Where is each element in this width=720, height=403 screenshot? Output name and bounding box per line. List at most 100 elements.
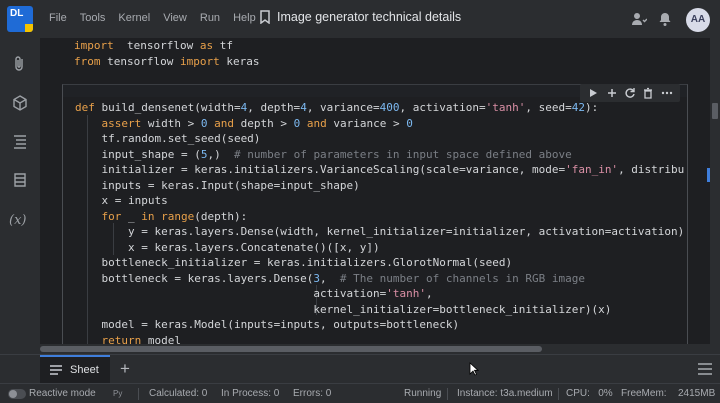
status-separator [447,388,448,400]
in-process-count: In Process: 0 [221,388,280,399]
code-cell-imports[interactable]: import tensorflow as tf from tensorflow i… [62,38,688,78]
code-line: tf.random.set_seed(seed) [75,131,684,147]
left-sidebar: (x) [0,38,40,354]
cpu-usage: CPU: 0% [566,388,613,399]
menu-help[interactable]: Help [233,12,256,24]
code-token: as [199,39,214,52]
code-token: bottleneck = keras.layers.Dense( [75,271,314,285]
outline-list-icon[interactable] [11,133,29,151]
code-token: tf [213,39,233,52]
code-line: inputs = keras.Input(shape=input_shape) [75,178,684,194]
status-separator [138,388,139,400]
menu-bar: File Tools Kernel View Run Help [49,12,269,24]
notebook-title-text: Image generator technical details [277,10,462,24]
logo-corner [25,24,33,32]
more-options-icon[interactable] [661,87,673,99]
code-token: , activation= [399,101,486,114]
code-token: input_shape = ( [75,147,201,161]
code-token: keras [219,54,260,68]
menu-run[interactable]: Run [200,12,220,24]
code-token: _ [121,209,142,223]
code-block-imports: import tensorflow as tf from tensorflow i… [74,38,259,69]
attachment-icon[interactable] [11,55,29,73]
code-token: # The number of channels in RGB image [339,271,585,285]
notebook-title[interactable]: Image generator technical details [259,10,461,24]
code-token: variance > [326,116,407,130]
app-logo[interactable]: DL [7,6,33,32]
code-line: activation='tanh', [75,286,684,302]
tab-sheet[interactable]: Sheet [40,355,110,383]
menu-view[interactable]: View [163,12,187,24]
code-line: bottleneck_initializer = keras.initializ… [75,255,684,271]
code-token: y = keras.layers.Dense(width, kernel_ini… [75,225,685,238]
reactive-mode-label: Reactive mode [29,388,96,399]
code-token: , [426,287,433,300]
code-token: def [75,101,95,114]
code-token: kernel_initializer=bottleneck_initialize… [75,302,612,316]
code-token: initializer = keras.initializers.Varianc… [75,163,566,176]
instance-type[interactable]: Instance: t3a.medium [457,388,553,399]
reactive-mode-toggle[interactable] [8,389,26,399]
delete-cell-icon[interactable] [642,87,654,99]
code-token: # number of parameters in input space de… [233,147,572,161]
add-sheet-button[interactable]: + [120,360,130,378]
code-line: for _ in range(depth): [75,209,684,225]
code-line: from tensorflow import keras [74,54,259,70]
code-line: input_shape = (5,) # number of parameter… [75,147,684,163]
freemem-value: 2415MB [678,388,716,399]
notifications-icon[interactable] [657,11,673,27]
code-token: , [320,271,340,285]
database-icon[interactable] [11,171,29,189]
code-cell-build-densenet[interactable]: def build_densenet(width=4, depth=4, var… [62,84,688,354]
code-token: tf.random.set_seed(seed) [75,132,261,145]
code-line: x = keras.layers.Concatenate()([x, y]) [75,240,684,256]
logo-text: DL [10,8,24,19]
bookmark-icon [260,10,270,24]
python-kernel-icon: Py [113,389,123,398]
code-token: , depth= [247,101,301,114]
freemem-label: FreeMem: [621,388,667,399]
vertical-scroll-thumb[interactable] [712,103,718,119]
code-token: import [74,39,114,52]
code-token: x = keras.layers.Concatenate()([x, y]) [75,240,380,254]
user-avatar[interactable]: AA [686,8,710,32]
kernel-state: Running [404,388,442,399]
code-token: model = keras.Model(inputs=inputs, outpu… [75,318,460,331]
tab-sheet-label: Sheet [70,364,99,376]
horizontal-scroll-thumb[interactable] [40,346,542,352]
code-token: for [101,209,122,223]
sheet-tab-bar: Sheet + [0,354,720,383]
menu-tools[interactable]: Tools [80,12,106,24]
status-bar: Reactive mode Py Calculated: 0 In Proces… [0,383,720,403]
code-line: x = inputs [75,193,684,209]
menu-kernel[interactable]: Kernel [118,12,150,24]
code-token: ,) [207,147,234,161]
code-token: range [161,209,195,223]
sheet-list-icon [50,365,62,375]
package-icon[interactable] [11,94,29,112]
refresh-cell-icon[interactable] [624,87,636,99]
menu-file[interactable]: File [49,12,67,24]
horizontal-scrollbar[interactable] [40,344,710,354]
code-token: tensorflow [100,54,180,68]
vertical-scrollbar[interactable] [710,38,720,354]
run-cell-icon[interactable] [587,87,599,99]
code-line: initializer = keras.initializers.Varianc… [75,162,684,178]
code-token: and [306,116,327,130]
code-token: ): [585,101,599,114]
tab-menu-icon[interactable] [698,363,712,375]
code-token: tensorflow [113,39,200,52]
variables-icon[interactable]: (x) [9,213,26,228]
add-cell-icon[interactable] [606,87,618,99]
calculated-count: Calculated: 0 [149,388,208,399]
code-token: assert [101,116,142,130]
code-line: model = keras.Model(inputs=inputs, outpu… [75,317,684,333]
code-token: , variance= [306,101,380,114]
user-share-icon[interactable] [631,11,647,27]
code-token: activation= [75,287,387,300]
code-token: 0 [406,116,413,130]
code-token: width > [141,116,201,130]
